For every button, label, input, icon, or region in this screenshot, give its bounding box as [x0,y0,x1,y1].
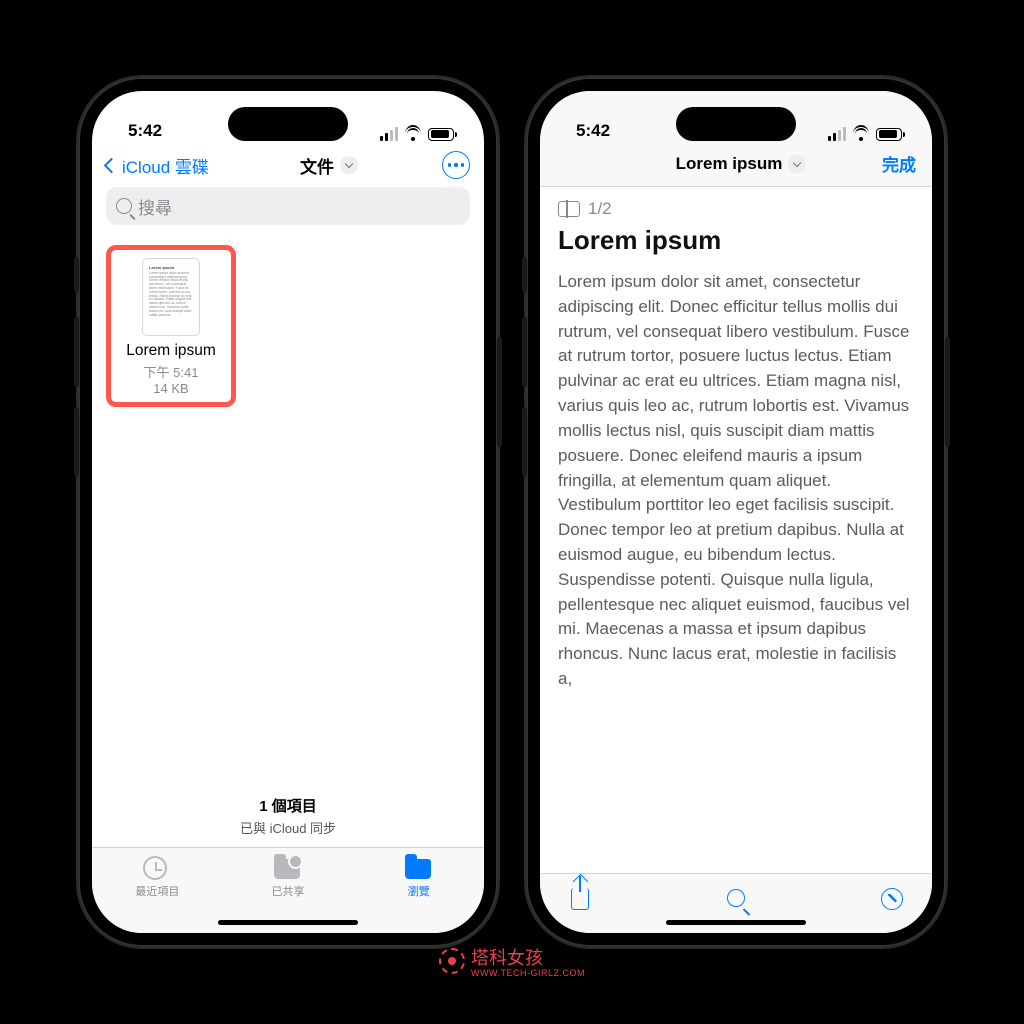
cellular-icon [828,127,846,141]
folder-icon [405,859,431,879]
watermark-logo-icon [439,948,465,974]
footer-info: 1 個項目 已與 iCloud 同步 [92,787,484,847]
shared-folder-icon [274,859,300,879]
home-indicator[interactable] [218,920,358,925]
page-indicator: 1/2 [588,199,612,219]
file-size: 14 KB [115,381,227,396]
file-time: 下午 5:41 [115,362,227,381]
search-icon [727,889,745,907]
files-grid: Lorem ipsum Lorem ipsum dolor sit amet, … [92,235,484,787]
nav-bar: Lorem ipsum 完成 [540,145,932,187]
tab-browse[interactable]: 瀏覽 [374,856,464,899]
item-count: 1 個項目 [92,795,484,816]
back-button[interactable]: iCloud 雲碟 [106,153,216,178]
status-time: 5:42 [576,121,610,141]
dynamic-island [228,107,348,141]
share-icon [571,888,589,910]
ellipsis-icon [448,163,465,167]
dynamic-island [676,107,796,141]
chevron-down-icon [788,155,806,173]
document-body[interactable]: Lorem ipsum dolor sit amet, consectetur … [540,270,932,873]
battery-icon [876,128,902,141]
search-placeholder: 搜尋 [138,194,172,219]
share-button[interactable] [568,888,592,912]
pages-icon[interactable] [558,201,580,217]
home-indicator[interactable] [666,920,806,925]
watermark-sub: WWW.TECH-GIRLZ.COM [471,968,585,978]
nav-title[interactable]: 文件 [300,153,358,178]
search-button[interactable] [724,888,748,912]
search-icon [116,198,132,214]
phone-right: 5:42 Lorem ipsum 完成 1/2 Lorem ip [526,77,946,947]
clock-icon [143,856,167,880]
cellular-icon [380,127,398,141]
wifi-icon [404,127,422,141]
markup-button[interactable] [880,888,904,912]
watermark-name: 塔科女孩 [471,944,585,970]
more-button[interactable] [442,151,470,179]
watermark: 塔科女孩 WWW.TECH-GIRLZ.COM [439,944,585,978]
document-heading: Lorem ipsum [540,221,932,270]
status-time: 5:42 [128,121,162,141]
wifi-icon [852,127,870,141]
done-button[interactable]: 完成 [882,151,916,176]
file-name: Lorem ipsum [115,342,227,360]
back-label: iCloud 雲碟 [122,153,209,178]
search-input[interactable]: 搜尋 [106,187,470,225]
nav-title[interactable]: Lorem ipsum [676,154,807,174]
battery-icon [428,128,454,141]
file-thumbnail: Lorem ipsum Lorem ipsum dolor sit amet, … [142,258,200,336]
tab-shared[interactable]: 已共享 [243,856,333,899]
file-item[interactable]: Lorem ipsum Lorem ipsum dolor sit amet, … [106,245,236,407]
sync-status: 已與 iCloud 同步 [92,818,484,837]
tab-recent[interactable]: 最近項目 [112,856,202,899]
pencil-icon [881,888,903,910]
chevron-down-icon [340,156,358,174]
nav-bar: iCloud 雲碟 文件 [92,145,484,187]
chevron-left-icon [104,157,120,173]
phone-left: 5:42 iCloud 雲碟 文件 [78,77,498,947]
page-indicator-row: 1/2 [540,187,932,221]
